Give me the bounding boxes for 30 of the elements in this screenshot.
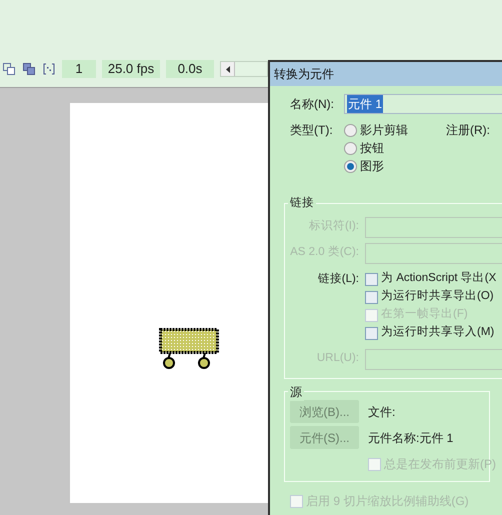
onion-skin-icon[interactable] (2, 62, 16, 76)
checkbox[interactable] (365, 272, 378, 286)
checkbox-label: 为运行时共享导出(O) (381, 288, 494, 304)
edit-frames-icon[interactable] (42, 62, 56, 76)
field-label: 链接(L): (316, 272, 360, 287)
radio-label: 按钮 (360, 140, 384, 157)
radio-button[interactable] (344, 124, 357, 136)
radio-label: 图形 (360, 158, 384, 175)
elapsed-time: 0.0s (166, 60, 214, 78)
frame-number: 1 (62, 60, 96, 78)
source-info: 文件: (368, 404, 396, 420)
onion-skin-outline-icon[interactable] (22, 62, 36, 76)
cart-drawing (159, 328, 221, 370)
radio-label: 影片剪辑 (360, 122, 408, 139)
checkbox[interactable] (365, 290, 378, 304)
checkbox[interactable] (365, 326, 378, 340)
horizontal-scrollbar[interactable] (220, 61, 268, 77)
checkbox-label: 为运行时共享导入(M) (381, 324, 494, 340)
source-info: 元件名称:元件 1 (368, 430, 454, 446)
field-label: 类型(T): (290, 122, 334, 139)
dialog-title: 转换为元件 (274, 66, 334, 83)
radio-button[interactable] (344, 160, 357, 172)
radio-button[interactable] (344, 142, 357, 154)
field-label: 注册(R): (446, 122, 490, 139)
field-label: 名称(N): (290, 96, 335, 113)
frame-rate: 25.0 fps (102, 60, 160, 78)
scroll-left-icon[interactable] (226, 66, 230, 72)
group-legend: 源 (288, 383, 304, 401)
checkbox-label: 为 ActionScript 导出(X (381, 270, 496, 286)
name-field[interactable]: 元件 1 (344, 94, 502, 114)
